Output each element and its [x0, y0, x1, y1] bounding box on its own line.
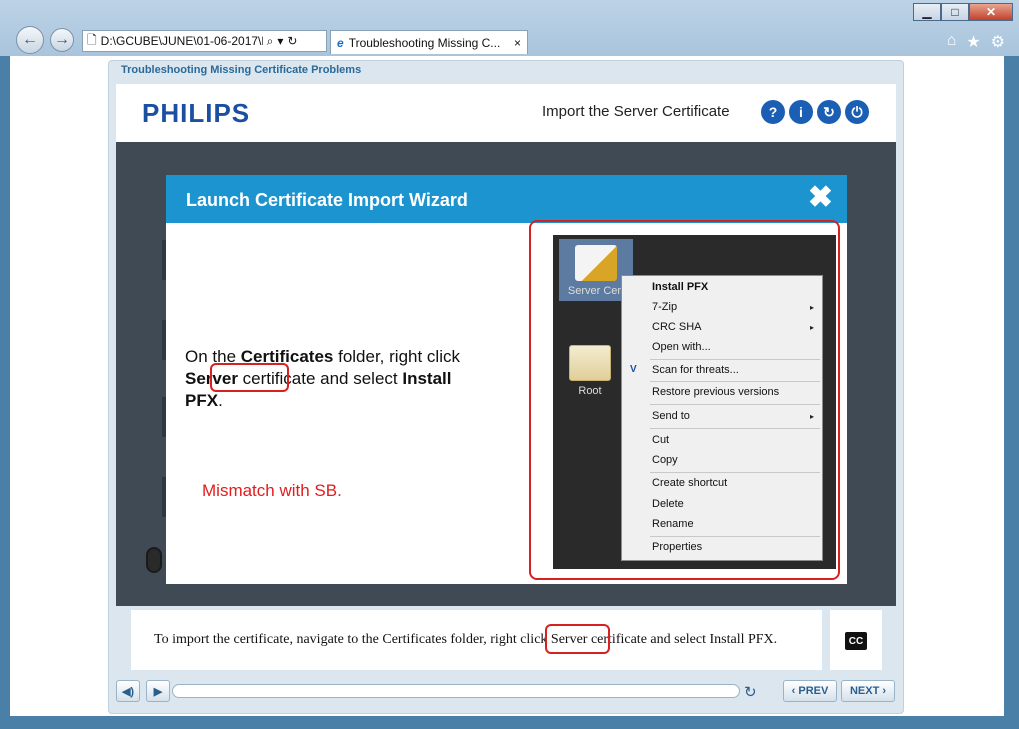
transcript-text: To import the certificate, navigate to t… — [154, 632, 778, 647]
menu-item[interactable]: Scan for threats... — [652, 364, 739, 376]
help-icon[interactable]: ? — [761, 100, 785, 124]
restart-icon[interactable]: ↻ — [817, 100, 841, 124]
menu-item[interactable]: Create shortcut — [652, 477, 727, 489]
transcript-panel: To import the certificate, navigate to t… — [131, 610, 822, 670]
page-icon: 🗋 — [87, 32, 97, 47]
browser-tools: ⌂ ★ ⚙ — [947, 32, 1005, 52]
certificate-icon — [569, 345, 611, 381]
dropdown-icon[interactable]: ▾ — [277, 34, 283, 48]
shield-icon: V — [630, 364, 637, 375]
menu-item[interactable]: CRC SHA — [652, 321, 702, 333]
mouse-icon — [146, 547, 162, 573]
minimize-button[interactable]: ▁ — [913, 3, 941, 21]
menu-separator — [650, 472, 820, 473]
menu-separator — [650, 404, 820, 405]
power-icon[interactable]: ⏻ — [845, 100, 869, 124]
menu-item[interactable]: Open with... — [652, 341, 711, 353]
menu-item[interactable]: 7-Zip — [652, 301, 677, 313]
modal-header: Launch Certificate Import Wizard ✖ — [166, 175, 847, 223]
forward-button[interactable]: → — [50, 28, 74, 52]
annotation-highlight — [210, 363, 289, 392]
submenu-arrow-icon: ▸ — [809, 412, 814, 421]
submenu-arrow-icon: ▸ — [809, 323, 814, 332]
ie-icon: e — [337, 35, 344, 50]
page-title: Import the Server Certificate — [542, 103, 730, 120]
search-icon[interactable]: ⌕ — [267, 34, 274, 49]
back-button[interactable]: ← — [16, 26, 44, 54]
replay-icon[interactable]: ↻ — [744, 683, 757, 701]
explorer-screenshot: Server Cert Root Install PFX 7-Zip ▸ CRC… — [553, 235, 836, 569]
context-menu: Install PFX 7-Zip ▸ CRC SHA ▸ Open with.… — [621, 275, 823, 561]
menu-separator — [650, 359, 820, 360]
gear-icon[interactable]: ⚙ — [991, 32, 1005, 52]
refresh-icon[interactable]: ↻ — [287, 34, 297, 48]
menu-item[interactable]: Delete — [652, 498, 684, 510]
address-bar[interactable]: 🗋 D:\GCUBE\JUNE\01-06-2017\PI ⌕ ▾ ↻ — [82, 30, 327, 52]
info-icon[interactable]: i — [789, 100, 813, 124]
menu-item[interactable]: Properties — [652, 541, 702, 553]
root-cert-file: Root — [553, 339, 627, 399]
menu-item[interactable]: Restore previous versions — [652, 386, 779, 398]
favorites-icon[interactable]: ★ — [966, 32, 980, 52]
menu-item[interactable]: Send to — [652, 410, 690, 422]
window-controls: ▁ □ ✕ — [913, 3, 1013, 21]
menu-separator — [650, 536, 820, 537]
file-label: Root — [578, 385, 602, 397]
home-icon[interactable]: ⌂ — [947, 32, 957, 52]
menu-item[interactable]: Rename — [652, 518, 694, 530]
philips-logo: PHILIPS — [142, 98, 251, 128]
closed-captions-button[interactable]: CC — [845, 632, 867, 650]
tab-label: Troubleshooting Missing C... — [348, 35, 501, 50]
annotation-highlight — [545, 624, 610, 654]
menu-separator — [650, 381, 820, 382]
course-title: Troubleshooting Missing Certificate Prob… — [121, 64, 362, 76]
address-text: D:\GCUBE\JUNE\01-06-2017\PI — [100, 34, 263, 48]
menu-item[interactable]: Install PFX — [652, 281, 708, 293]
import-wizard-modal: Launch Certificate Import Wizard ✖ On th… — [166, 175, 847, 584]
menu-separator — [650, 428, 820, 429]
certificate-icon — [575, 245, 617, 281]
header-icons: ? i ↻ ⏻ — [761, 100, 869, 124]
volume-button[interactable]: ◀) — [116, 680, 140, 702]
progress-bar[interactable] — [172, 684, 740, 698]
menu-item[interactable]: Copy — [652, 454, 678, 466]
prev-button[interactable]: ‹ PREV — [783, 680, 837, 702]
next-button[interactable]: NEXT › — [841, 680, 895, 702]
tab-course[interactable]: e Troubleshooting Missing C... × — [330, 30, 528, 54]
maximize-button[interactable]: □ — [941, 3, 969, 21]
play-button[interactable]: ▶ — [146, 680, 170, 702]
mismatch-annotation: Mismatch with SB. — [202, 481, 342, 500]
submenu-arrow-icon: ▸ — [809, 303, 814, 312]
menu-item[interactable]: Cut — [652, 434, 669, 446]
close-icon[interactable]: ✖ — [808, 183, 833, 213]
tab-close-icon[interactable]: × — [514, 36, 521, 50]
close-window-button[interactable]: ✕ — [969, 3, 1013, 21]
modal-title: Launch Certificate Import Wizard — [186, 190, 468, 210]
